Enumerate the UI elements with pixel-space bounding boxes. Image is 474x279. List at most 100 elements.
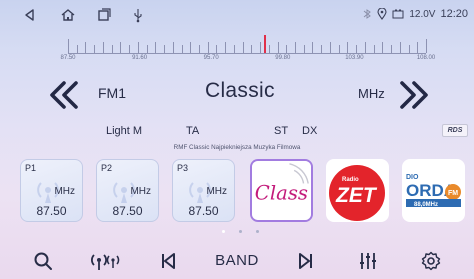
frequency-unit: MHz [358, 86, 385, 101]
scale-tick [373, 45, 375, 53]
preset-unit: MHz [130, 186, 151, 197]
scale-tick [102, 42, 104, 53]
battery-icon [392, 9, 404, 19]
status-bar: 12.0V 12:20 [0, 0, 474, 30]
radio-signal-icon [91, 253, 120, 270]
bottom-toolbar: BAND [0, 242, 474, 279]
seek-backward-button[interactable] [44, 78, 84, 112]
clock: 12:20 [440, 8, 468, 20]
preset-frequency: 87.50 [112, 204, 143, 218]
scale-tick [242, 42, 244, 53]
scale-tick [85, 42, 87, 53]
scale-tick [338, 45, 340, 53]
back-icon[interactable] [22, 7, 38, 23]
scale-tick [382, 42, 384, 53]
previous-station-button[interactable] [153, 249, 183, 273]
preset-p2[interactable]: P2 MHz 87.50 [96, 159, 159, 222]
search-button[interactable] [28, 249, 58, 273]
status-right: 12.0V 12:20 [362, 8, 468, 20]
scale-tick [391, 45, 393, 53]
page-dot[interactable] [222, 230, 225, 233]
frequency-scale[interactable]: 87.50 91.60 95.70 99.80 103.90 108.00 [8, 33, 466, 65]
scale-tick [120, 42, 122, 53]
page-dot[interactable] [256, 230, 259, 233]
station-logo-radio-zet[interactable]: Radio ZET [326, 159, 389, 222]
scale-tick-label: 108.00 [416, 55, 436, 61]
svg-text:DIO: DIO [406, 174, 419, 181]
scale-tick [216, 45, 218, 53]
scale-tick [137, 42, 139, 53]
svg-text:FM: FM [448, 190, 458, 197]
band-button[interactable]: BAND [215, 249, 259, 273]
skip-next-icon [299, 252, 313, 269]
scale-tick [356, 45, 358, 53]
scale-tick [426, 39, 427, 53]
ta-indicator[interactable]: TA [186, 125, 199, 137]
scale-baseline [68, 53, 426, 54]
scale-tick [94, 45, 96, 53]
scale-tick [321, 45, 323, 53]
preset-frequency: 87.50 [188, 204, 219, 218]
scale-tick [155, 42, 157, 53]
frequency-needle[interactable] [264, 35, 267, 53]
recent-apps-icon[interactable] [96, 7, 112, 23]
program-type-label: Light M [106, 125, 143, 137]
stereo-indicator[interactable]: ST [274, 125, 288, 137]
rds-button[interactable]: RDS [442, 124, 468, 137]
scale-tick [364, 42, 366, 53]
bluetooth-icon [364, 9, 372, 19]
gear-icon [421, 251, 441, 270]
scale-tick [164, 45, 166, 53]
dx-indicator[interactable]: DX [302, 125, 317, 137]
scale-tick [268, 45, 270, 53]
preset-label: P2 [101, 163, 113, 173]
scale-tick-label: 103.90 [345, 55, 364, 61]
scale-tick [295, 42, 297, 53]
location-icon [377, 8, 387, 20]
scale-tick [286, 45, 288, 53]
scale-tick [129, 45, 131, 53]
search-icon [34, 252, 53, 270]
scale-tick [408, 45, 410, 53]
scale-tick [111, 45, 113, 53]
scale-tick [399, 42, 401, 53]
scale-tick [68, 39, 69, 53]
scale-tick [329, 42, 331, 53]
band-label: FM1 [98, 85, 126, 101]
scale-tick-label: 87.50 [60, 55, 76, 61]
scale-tick [181, 45, 183, 53]
svg-text:Class: Class [255, 181, 308, 204]
station-logo-orda-fm[interactable]: DIO ORDA FM 88,0MHz [402, 159, 465, 222]
preset-page-indicator[interactable] [222, 230, 259, 236]
home-icon[interactable] [60, 7, 76, 23]
svg-text:Radio: Radio [342, 177, 359, 183]
scale-tick [251, 45, 253, 53]
preset-p1[interactable]: P1 MHz 87.50 [20, 159, 83, 222]
preset-label: P3 [177, 163, 189, 173]
station-logo-classic[interactable]: Class [250, 159, 313, 222]
next-station-button[interactable] [291, 249, 321, 273]
scan-button[interactable] [90, 249, 120, 273]
scale-tick [277, 42, 279, 53]
svg-text:ZET: ZET [335, 184, 378, 207]
scale-tick [260, 42, 262, 53]
scale-tick [417, 42, 419, 53]
scale-tick [312, 42, 314, 53]
scale-tick-label: 95.70 [203, 55, 219, 61]
scale-tick [303, 45, 305, 53]
station-name: Classic [205, 79, 275, 102]
page-dot[interactable] [239, 230, 242, 233]
equalizer-button[interactable] [353, 249, 383, 273]
scale-tick [233, 45, 235, 53]
scale-tick [146, 45, 148, 53]
scale-tick-label: 99.80 [275, 55, 291, 61]
radio-text: RMF Classic Najpiekniejsza Muzyka Filmow… [173, 144, 301, 151]
settings-button[interactable] [416, 249, 446, 273]
scale-tick [76, 45, 78, 53]
preset-unit: MHz [206, 186, 227, 197]
scale-tick-label: 91.60 [132, 55, 148, 61]
voltage-readout: 12.0V [409, 8, 436, 20]
seek-forward-button[interactable] [394, 78, 434, 112]
scale-tick [207, 42, 209, 53]
preset-p3[interactable]: P3 MHz 87.50 [172, 159, 235, 222]
